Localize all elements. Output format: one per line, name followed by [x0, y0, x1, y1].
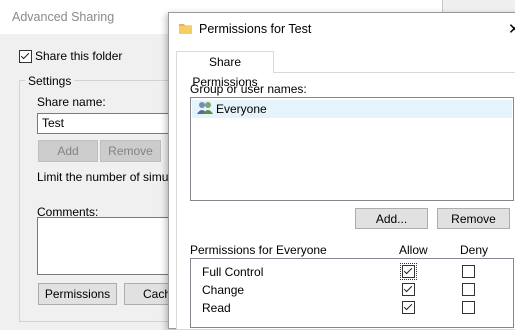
deny-header: Deny — [460, 243, 489, 257]
users-icon — [197, 101, 214, 118]
read-allow-checkbox[interactable] — [402, 301, 415, 314]
user-listbox[interactable]: Everyone — [190, 97, 514, 201]
limit-users-text: Limit the number of simultan — [37, 170, 188, 184]
permissions-header: Permissions for Everyone — [190, 243, 327, 257]
settings-legend: Settings — [25, 74, 75, 88]
close-icon[interactable]: ✕ — [508, 20, 515, 38]
share-name-value: Test — [42, 116, 65, 130]
dialog-title: Permissions for Test — [199, 22, 312, 36]
permissions-button[interactable]: Permissions — [38, 283, 117, 305]
share-name-input[interactable]: Test — [37, 113, 177, 134]
share-folder-label: Share this folder — [35, 49, 123, 63]
allow-header: Allow — [399, 243, 428, 257]
add-button[interactable]: Add — [38, 140, 98, 162]
perm-row-label: Full Control — [202, 265, 264, 279]
user-name: Everyone — [216, 102, 267, 116]
share-name-label: Share name: — [37, 95, 106, 109]
caching-button[interactable]: Cach — [124, 283, 174, 305]
remove-button[interactable]: Remove — [100, 140, 161, 162]
window-title: Advanced Sharing — [12, 10, 115, 24]
add-user-button[interactable]: Add... — [355, 208, 428, 229]
full-control-deny-checkbox[interactable] — [462, 265, 475, 278]
comments-textarea[interactable] — [37, 217, 177, 275]
folder-icon — [179, 22, 192, 34]
remove-user-button[interactable]: Remove — [437, 208, 510, 229]
perm-row-label: Read — [202, 301, 231, 315]
share-folder-checkbox[interactable] — [19, 50, 32, 63]
read-deny-checkbox[interactable] — [462, 301, 475, 314]
full-control-allow-checkbox[interactable] — [400, 263, 417, 280]
list-item[interactable]: Everyone — [192, 100, 512, 118]
permissions-dialog: Permissions for Test ✕ Share Permissions… — [168, 12, 515, 330]
perm-row-label: Change — [202, 283, 245, 297]
change-allow-checkbox[interactable] — [402, 283, 415, 296]
change-deny-checkbox[interactable] — [462, 283, 475, 296]
tab-share-permissions[interactable]: Share Permissions — [176, 51, 274, 89]
